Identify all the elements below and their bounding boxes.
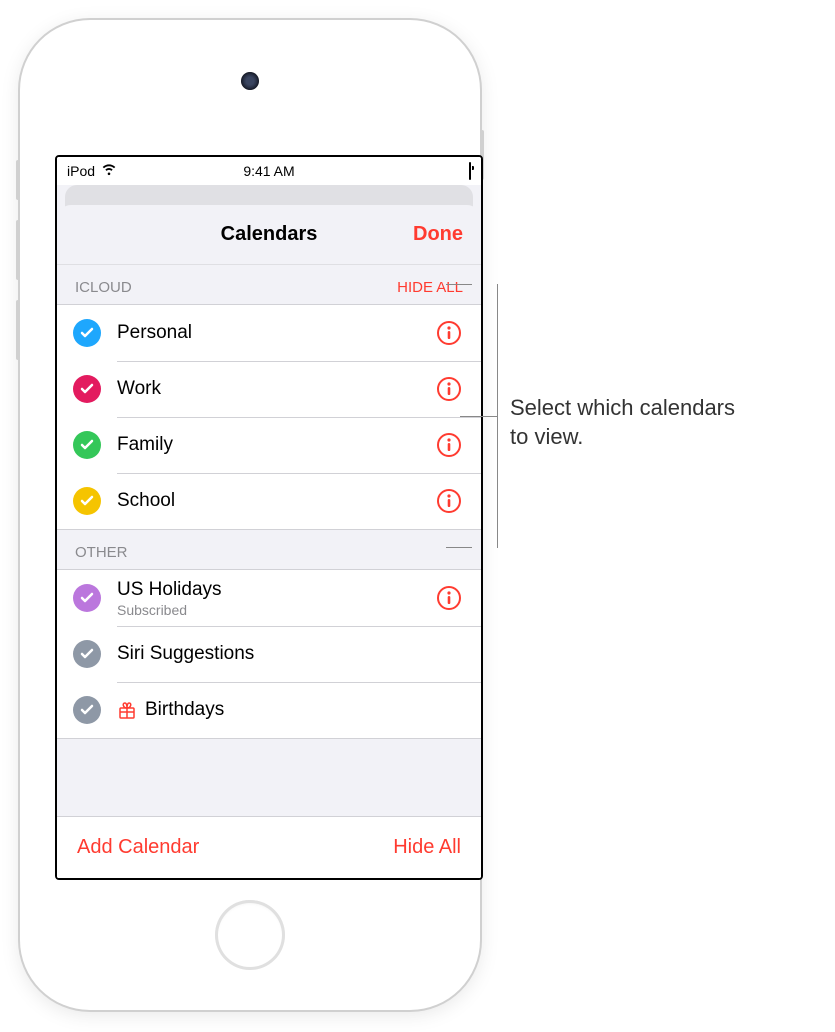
calendar-label: US Holidays [117, 579, 435, 601]
info-button[interactable] [435, 319, 463, 347]
calendar-row-siri-suggestions[interactable]: Siri Suggestions [57, 626, 481, 682]
calendar-row-personal[interactable]: Personal [57, 305, 481, 361]
callout-annotation: Select which calendars to view. [498, 366, 818, 451]
checkmark-icon [73, 487, 101, 515]
hide-all-icloud-button[interactable]: HIDE ALL [397, 279, 463, 296]
callout-text-line1: Select which calendars [510, 395, 735, 420]
status-bar: iPod 9:41 AM [57, 157, 481, 185]
calendar-label: Work [117, 378, 435, 400]
gift-icon [117, 700, 137, 720]
info-button[interactable] [435, 375, 463, 403]
checkmark-icon [73, 640, 101, 668]
calendar-label: School [117, 490, 435, 512]
calendar-label: Personal [117, 322, 435, 344]
calendars-sheet: Calendars Done ICLOUD HIDE ALL Personal [57, 205, 481, 878]
bottom-toolbar: Add Calendar Hide All [57, 816, 481, 878]
info-button[interactable] [435, 431, 463, 459]
status-time: 9:41 AM [57, 163, 481, 179]
done-button[interactable]: Done [413, 223, 463, 246]
calendar-row-us-holidays[interactable]: US Holidays Subscribed [57, 570, 481, 626]
calendar-row-school[interactable]: School [57, 473, 481, 529]
info-button[interactable] [435, 487, 463, 515]
calendar-list-other: US Holidays Subscribed Siri Suggestions [57, 569, 481, 739]
sheet-title: Calendars [221, 223, 318, 246]
home-button[interactable] [215, 900, 285, 970]
device-camera [241, 72, 259, 90]
screen: iPod 9:41 AM Calendars Done ICLOUD HI [55, 155, 483, 880]
calendar-label: Siri Suggestions [117, 643, 463, 665]
section-label: ICLOUD [75, 279, 132, 296]
battery-icon [469, 163, 471, 179]
checkmark-icon [73, 431, 101, 459]
carrier-label: iPod [67, 163, 95, 179]
device-frame: iPod 9:41 AM Calendars Done ICLOUD HI [20, 20, 480, 1010]
info-button[interactable] [435, 584, 463, 612]
calendar-sublabel: Subscribed [117, 602, 435, 618]
section-label: OTHER [75, 544, 128, 561]
sheet-header: Calendars Done [57, 205, 481, 265]
device-side-buttons-left [16, 160, 20, 380]
checkmark-icon [73, 319, 101, 347]
checkmark-icon [73, 696, 101, 724]
calendar-row-work[interactable]: Work [57, 361, 481, 417]
wifi-icon [101, 163, 117, 179]
checkmark-icon [73, 584, 101, 612]
callout-text-line2: to view. [510, 424, 583, 449]
add-calendar-button[interactable]: Add Calendar [77, 836, 199, 859]
calendar-row-birthdays[interactable]: Birthdays [57, 682, 481, 738]
section-header-icloud: ICLOUD HIDE ALL [57, 265, 481, 304]
calendar-label: Birthdays [145, 699, 463, 721]
calendar-list-icloud: Personal Work [57, 304, 481, 530]
checkmark-icon [73, 375, 101, 403]
calendar-label: Family [117, 434, 435, 456]
section-header-other: OTHER [57, 530, 481, 569]
calendar-row-family[interactable]: Family [57, 417, 481, 473]
hide-all-button[interactable]: Hide All [393, 836, 461, 859]
